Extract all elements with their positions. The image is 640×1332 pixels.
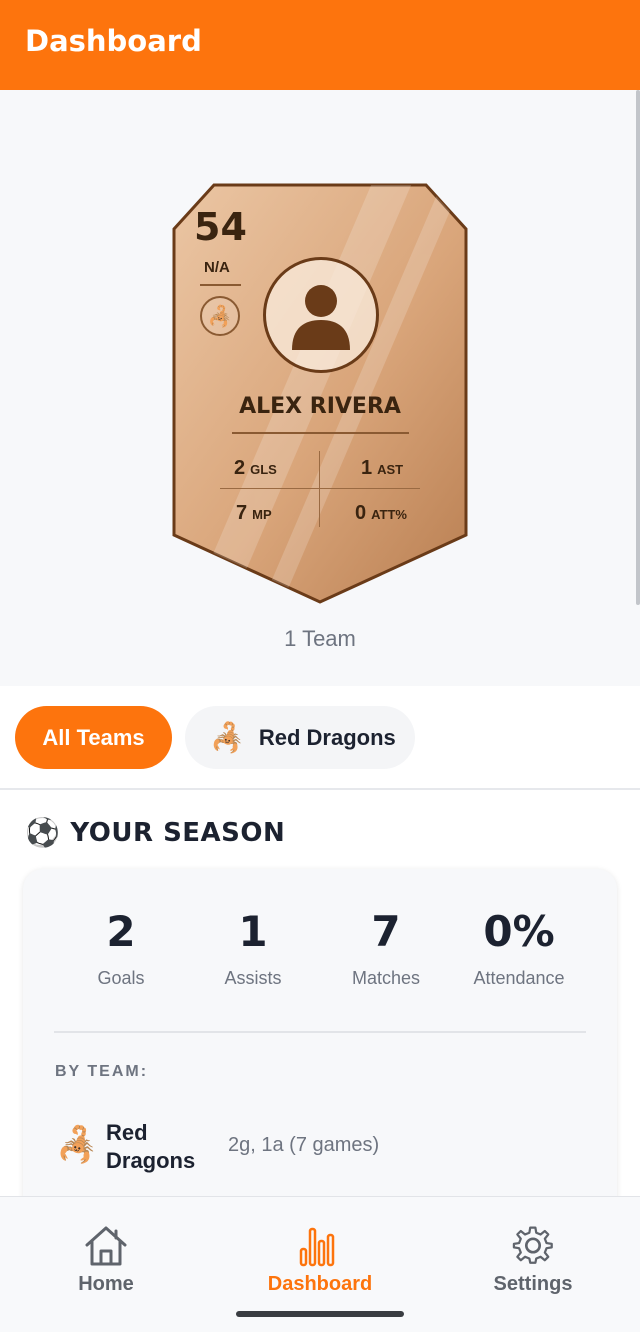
team-badge: 🦂 <box>200 296 240 336</box>
season-stats-card: 2 Goals 1 Assists 7 Matches 0% Attendanc… <box>23 869 617 1249</box>
nav-home[interactable]: Home <box>26 1225 186 1296</box>
player-name: ALEX RIVERA <box>239 394 401 419</box>
scorpion-icon: 🦂 <box>56 1126 99 1164</box>
divider <box>319 451 320 527</box>
nav-settings[interactable]: Settings <box>453 1225 613 1296</box>
nav-label: Home <box>78 1273 134 1295</box>
team-filter-bar: All Teams 🦂 Red Dragons <box>0 686 640 788</box>
section-title-label: YOUR SEASON <box>70 817 286 848</box>
card-stat-goals: 2 GLS <box>234 457 277 479</box>
home-indicator[interactable] <box>236 1311 404 1317</box>
filter-chip-red-dragons[interactable]: 🦂 Red Dragons <box>185 706 415 769</box>
scorpion-icon: 🦂 <box>210 722 245 753</box>
card-stat-assists: 1 AST <box>361 457 404 479</box>
bottom-nav: Home Dashboard Settings <box>0 1196 640 1332</box>
scrollbar[interactable] <box>636 90 640 605</box>
season-stat-goals: 2 Goals <box>97 907 145 988</box>
page-title: Dashboard <box>25 24 202 58</box>
divider <box>232 432 409 434</box>
nav-label: Dashboard <box>267 1273 373 1295</box>
player-card[interactable]: 54 N/A 🦂 ALEX RIVERA 2 GLS 1 AST 7 MP 0 ATT% <box>172 183 468 604</box>
bar-chart-icon <box>299 1227 335 1267</box>
team-row-summary: 2g, 1a (7 games) <box>228 1134 380 1156</box>
nav-label: Settings <box>493 1273 573 1295</box>
app-bar: Dashboard <box>0 0 640 90</box>
home-icon <box>85 1226 127 1266</box>
person-icon <box>292 285 350 350</box>
season-stat-attendance: 0% Attendance <box>473 907 565 988</box>
divider <box>0 788 640 790</box>
section-title: ⚽ YOUR SEASON <box>25 816 285 849</box>
season-stat-matches: 7 Matches <box>351 907 421 988</box>
season-stat-assists: 1 Assists <box>224 907 282 988</box>
scorpion-icon: 🦂 <box>207 305 233 328</box>
team-count: 1 Team <box>284 626 356 651</box>
chip-label: Red Dragons <box>258 724 396 750</box>
divider <box>200 284 241 286</box>
divider <box>54 1031 586 1033</box>
card-rating: 54 <box>194 205 247 249</box>
nav-dashboard[interactable]: Dashboard <box>240 1225 400 1296</box>
card-position: N/A <box>204 259 230 276</box>
card-stat-matches: 7 MP <box>236 502 272 524</box>
filter-chip-all-teams[interactable]: All Teams <box>15 706 172 769</box>
card-stat-attendance: 0 ATT% <box>355 502 407 524</box>
team-row-name: Red Dragons <box>106 1120 196 1173</box>
soccer-ball-icon: ⚽ <box>25 816 61 849</box>
gear-icon <box>512 1226 553 1264</box>
by-team-heading: BY TEAM: <box>55 1063 149 1080</box>
divider <box>220 488 420 489</box>
avatar <box>263 257 379 373</box>
